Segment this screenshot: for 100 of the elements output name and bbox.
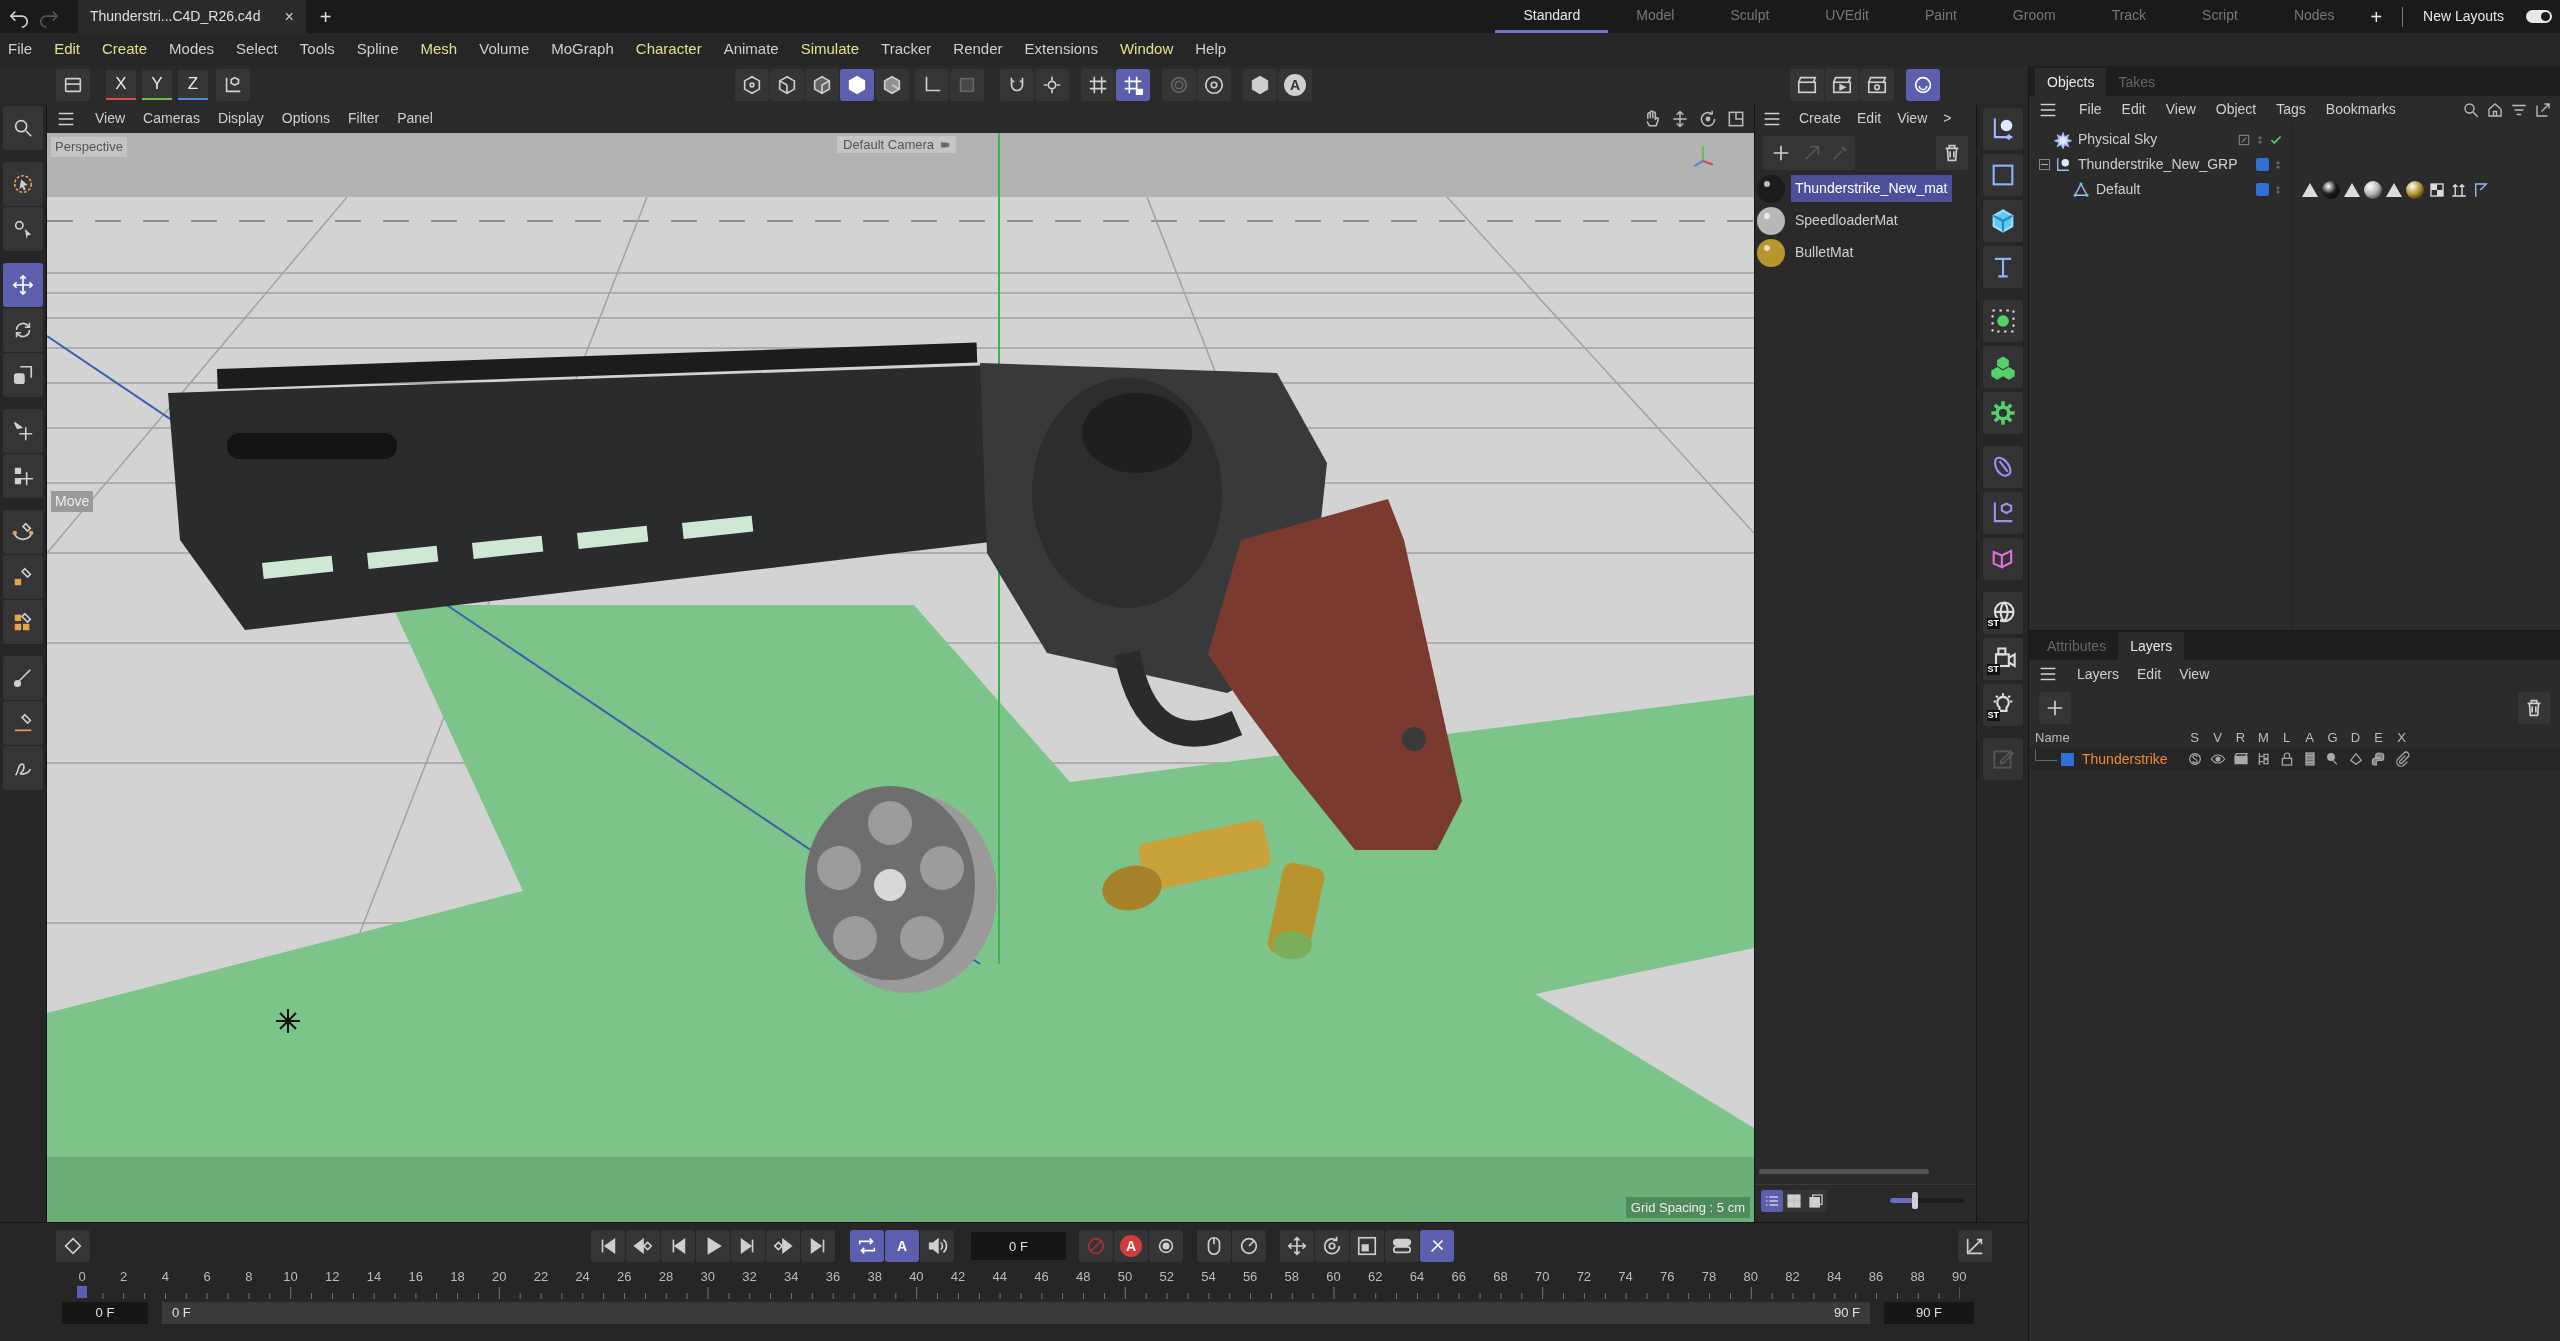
menu-item[interactable]: Layers <box>2077 663 2120 685</box>
autokey-icon: A <box>1120 1235 1142 1257</box>
menu-item[interactable]: Object <box>2215 99 2257 120</box>
menu-item[interactable]: Help <box>1195 38 1227 61</box>
playback-mode-button[interactable]: A <box>885 1230 919 1262</box>
menu-item[interactable]: Volume <box>479 38 530 61</box>
frame-number: 84 <box>1825 1268 1843 1286</box>
column-header: A <box>2304 729 2315 748</box>
frame-number: 74 <box>1617 1268 1634 1286</box>
layout-tab[interactable]: Track <box>2083 0 2175 33</box>
column-header: E <box>2373 729 2384 748</box>
frame-number: 0 <box>77 1268 87 1286</box>
st-badge: ST <box>1986 710 2000 721</box>
frame-number: 40 <box>908 1268 925 1286</box>
menu-item[interactable]: File <box>2079 99 2102 120</box>
column-header: R <box>2234 729 2247 748</box>
camera-selector[interactable]: Default Camera <box>837 136 957 153</box>
axis-lock-button[interactable]: Y <box>142 70 172 100</box>
menu-item[interactable]: Render <box>953 38 1003 61</box>
range-start-label: 0 F <box>172 1304 191 1323</box>
menu-item[interactable]: Modes <box>169 38 215 61</box>
layout-tab[interactable]: Model <box>1608 0 1703 33</box>
menu-item[interactable]: Character <box>635 38 702 61</box>
menu-item[interactable]: Panel <box>397 108 433 129</box>
menu-item[interactable]: Display <box>217 108 264 129</box>
material-item[interactable]: BulletMat <box>1791 239 1858 266</box>
menu-item[interactable]: Select <box>236 38 278 61</box>
a-icon: A <box>1284 74 1306 96</box>
menu-item[interactable]: Tags <box>2276 99 2306 120</box>
menu-item[interactable]: Options <box>281 108 331 129</box>
frame-number: 14 <box>365 1268 383 1286</box>
menu-item[interactable]: MoGraph <box>551 38 614 61</box>
menu-item[interactable]: Edit <box>2137 663 2162 685</box>
axis-lock-button[interactable]: X <box>106 70 136 100</box>
frame-number: 26 <box>616 1268 633 1286</box>
layout-tab[interactable]: Sculpt <box>1702 0 1798 33</box>
frame-number: 50 <box>1116 1268 1134 1286</box>
column-header: X <box>2396 729 2407 748</box>
menu-item[interactable]: Create <box>102 38 148 61</box>
menu-item[interactable]: Bookmarks <box>2325 99 2396 120</box>
frame-number: 70 <box>1533 1268 1551 1286</box>
axis-lock-button[interactable]: Z <box>178 70 208 100</box>
layout-tab[interactable]: UVEdit <box>1797 0 1897 33</box>
menu-item[interactable]: View <box>95 108 126 129</box>
menu-item[interactable]: Tracker <box>881 38 932 61</box>
menu-item[interactable]: Filter <box>348 108 380 129</box>
new-tab-button[interactable]: + <box>319 1 332 32</box>
frame-number: 54 <box>1200 1268 1217 1286</box>
column-header: Name <box>2035 729 2071 748</box>
panel-tab[interactable]: Objects <box>2035 68 2107 96</box>
add-layout-button[interactable]: + <box>2370 1 2383 32</box>
start-frame-field[interactable]: 0 F <box>62 1302 148 1324</box>
layer-name[interactable]: Thunderstrike <box>2082 748 2168 770</box>
column-header: M <box>2257 729 2270 748</box>
a-button[interactable]: A <box>1278 69 1312 101</box>
menu-item[interactable]: Extensions <box>1024 38 1098 61</box>
end-frame-field[interactable]: 90 F <box>1884 1302 1974 1324</box>
layout-tab[interactable]: Nodes <box>2265 0 2363 33</box>
menu-item[interactable]: Window <box>1119 38 1174 61</box>
menu-item[interactable]: Spline <box>356 38 399 61</box>
frame-field[interactable]: 0 F <box>971 1232 1066 1260</box>
menu-item[interactable]: Create <box>1799 108 1842 129</box>
document-tab[interactable]: Thunderstri...C4D_R26.c4d × <box>78 0 306 33</box>
environment-button[interactable]: ST <box>1982 592 2023 634</box>
autokey-button[interactable]: A <box>1114 1230 1148 1262</box>
frame-number: 6 <box>202 1268 212 1286</box>
menu-item[interactable]: > <box>1943 108 1952 129</box>
light-button[interactable]: ST <box>1982 684 2023 726</box>
menu-item[interactable]: Tools <box>299 38 335 61</box>
layout-tab[interactable]: Script <box>2174 0 2266 33</box>
material-item[interactable]: SpeedloaderMat <box>1791 207 1902 234</box>
layout-tab[interactable]: Groom <box>1984 0 2084 33</box>
menu-item[interactable]: View <box>1897 108 1928 129</box>
menu-item[interactable]: View <box>2179 663 2210 685</box>
menu-item[interactable]: Edit <box>2121 99 2146 120</box>
frame-number: 42 <box>949 1268 967 1286</box>
frame-number: 68 <box>1492 1268 1509 1286</box>
frame-number: 20 <box>490 1268 508 1286</box>
layout-tab[interactable]: Paint <box>1896 0 1985 33</box>
frame-number: 34 <box>783 1268 800 1286</box>
object-name[interactable]: Thunderstrike_New_GRP <box>2078 154 2238 175</box>
menu-item[interactable]: Cameras <box>143 108 200 129</box>
menu-item[interactable]: View <box>2165 99 2196 120</box>
st-badge: ST <box>1986 618 2000 629</box>
panel-tab[interactable]: Layers <box>2118 632 2185 660</box>
menu-item[interactable]: Edit <box>1857 108 1882 129</box>
menu-item[interactable]: Mesh <box>420 38 458 61</box>
menu-item[interactable]: File <box>8 38 33 61</box>
material-item[interactable]: Thunderstrike_New_mat <box>1791 175 1952 202</box>
menu-item[interactable]: Edit <box>54 38 81 61</box>
camera-name: Default Camera <box>843 135 935 154</box>
frame-number: 22 <box>532 1268 550 1286</box>
frame-range-bar[interactable]: 0 F 90 F <box>162 1302 1870 1324</box>
object-name[interactable]: Physical Sky <box>2078 129 2158 150</box>
menu-item[interactable]: Simulate <box>800 38 860 61</box>
object-name[interactable]: Default <box>2096 179 2141 200</box>
close-tab-button[interactable]: × <box>284 4 294 29</box>
menu-item[interactable]: Animate <box>723 38 779 61</box>
camera-button[interactable]: ST <box>1982 638 2023 680</box>
frame-number: 66 <box>1450 1268 1467 1286</box>
